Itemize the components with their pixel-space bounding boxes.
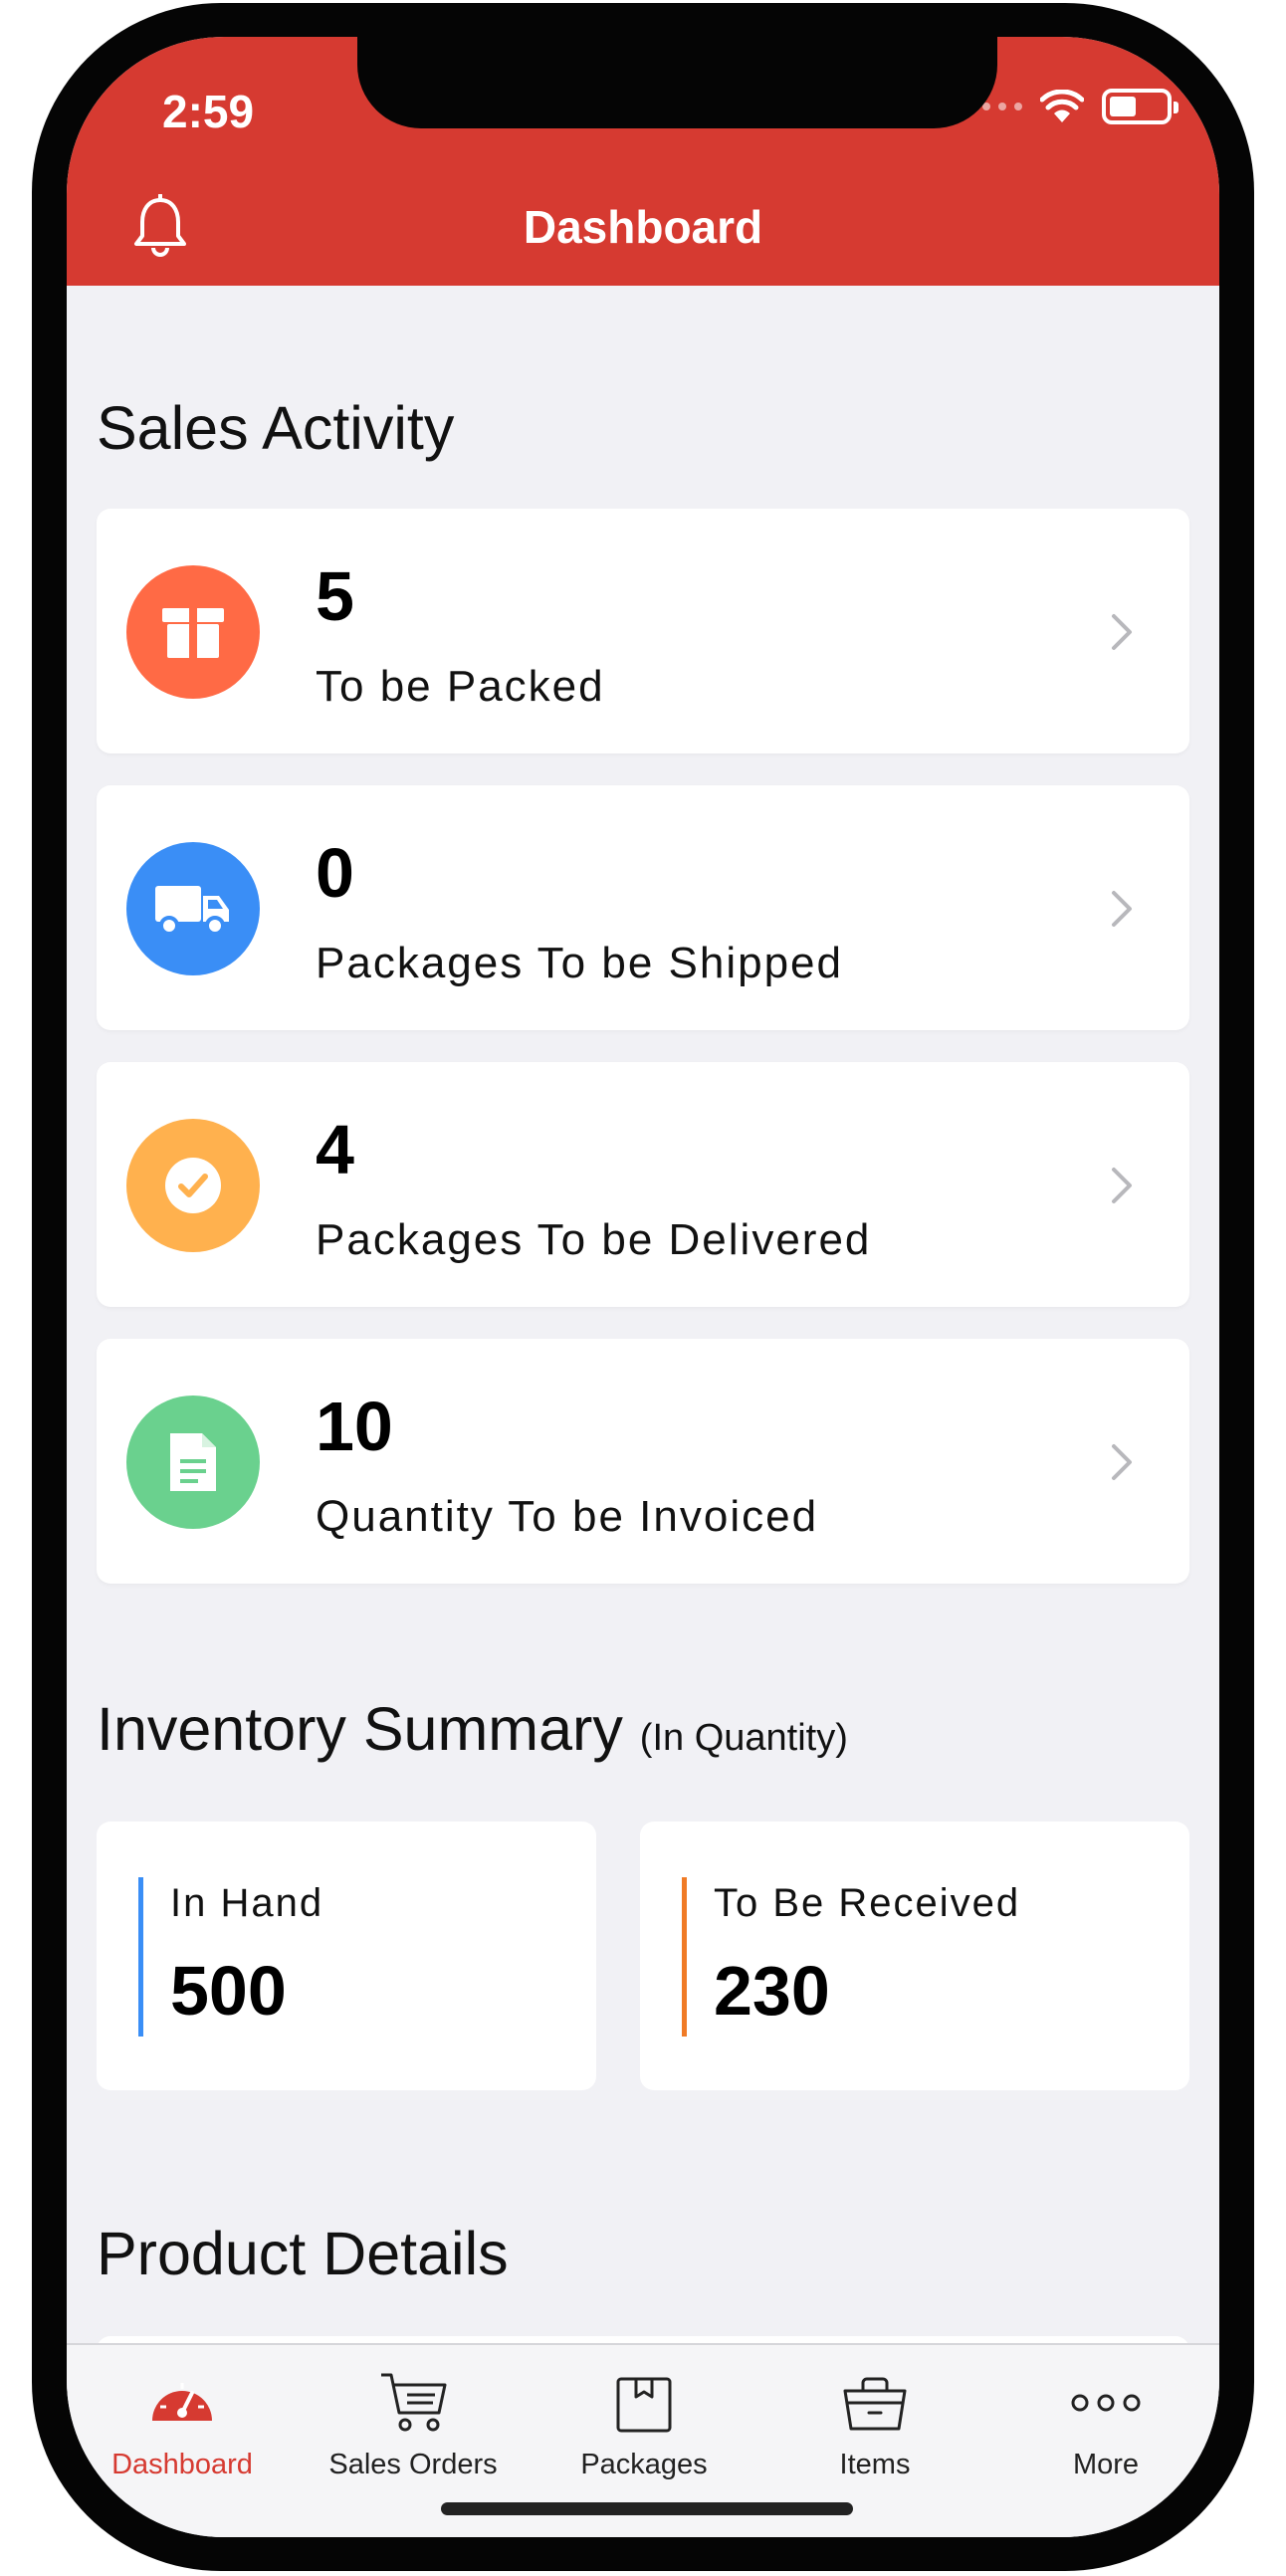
to-be-received-accent-bar — [682, 1877, 687, 2037]
to-be-received-label: To Be Received — [714, 1881, 1021, 1925]
in-hand-accent-bar — [138, 1877, 143, 2037]
to-be-invoiced-count: 10 — [316, 1388, 393, 1465]
tab-packages[interactable]: Packages — [529, 2345, 759, 2494]
tab-dashboard[interactable]: Dashboard — [67, 2345, 298, 2494]
sales-card-to-be-shipped[interactable]: 0 Packages To be Shipped — [97, 785, 1189, 1030]
sales-card-to-be-packed[interactable]: 5 To be Packed — [97, 509, 1189, 753]
invoice-document-icon — [126, 1395, 260, 1529]
chevron-right-icon — [1112, 614, 1132, 650]
chevron-right-icon — [1112, 891, 1132, 927]
basket-icon — [843, 2377, 907, 2431]
home-indicator[interactable] — [441, 2502, 853, 2515]
check-badge-icon — [126, 1119, 260, 1252]
tab-label: Packages — [580, 2449, 708, 2480]
chevron-right-icon — [1112, 1444, 1132, 1480]
sales-card-to-be-invoiced[interactable]: 10 Quantity To be Invoiced — [97, 1339, 1189, 1584]
tab-label: Dashboard — [111, 2449, 253, 2480]
tab-label: Items — [839, 2449, 911, 2480]
device-frame: 2:59 Dashboard Sales Activity 5 To be Pa… — [32, 3, 1254, 2571]
in-hand-label: In Hand — [170, 1881, 324, 1925]
sales-activity-title: Sales Activity — [97, 394, 455, 462]
tab-sales-orders[interactable]: Sales Orders — [298, 2345, 529, 2494]
product-details-card[interactable] — [97, 2336, 1189, 2343]
in-hand-value: 500 — [170, 1952, 287, 2030]
status-icons — [966, 89, 1179, 124]
to-be-shipped-count: 0 — [316, 834, 354, 912]
app-screen: 2:59 Dashboard Sales Activity 5 To be Pa… — [67, 37, 1219, 2537]
tab-label: More — [1072, 2449, 1140, 2480]
package-icon — [126, 565, 260, 699]
inventory-summary-title: Inventory Summary (In Quantity) — [97, 1694, 848, 1764]
to-be-packed-label: To be Packed — [316, 662, 605, 711]
status-time: 2:59 — [162, 86, 255, 137]
to-be-invoiced-label: Quantity To be Invoiced — [316, 1492, 819, 1541]
chevron-right-icon — [1112, 1168, 1132, 1203]
battery-icon — [1102, 89, 1179, 124]
to-be-shipped-label: Packages To be Shipped — [316, 939, 843, 987]
truck-icon — [126, 842, 260, 975]
tab-label: Sales Orders — [328, 2449, 498, 2480]
dashboard-content[interactable]: Sales Activity 5 To be Packed 0 Packages… — [67, 286, 1219, 2343]
to-be-delivered-label: Packages To be Delivered — [316, 1215, 872, 1264]
wifi-icon — [1040, 90, 1084, 122]
to-be-delivered-count: 4 — [316, 1111, 354, 1188]
more-dots-icon — [1071, 2394, 1141, 2412]
sales-card-to-be-delivered[interactable]: 4 Packages To be Delivered — [97, 1062, 1189, 1307]
inventory-summary-subtitle: (In Quantity) — [639, 1717, 848, 1759]
speedometer-icon — [152, 2383, 212, 2421]
package-box-icon — [616, 2377, 672, 2433]
product-details-title: Product Details — [97, 2220, 509, 2287]
to-be-packed-count: 5 — [316, 557, 354, 635]
device-notch — [357, 37, 997, 128]
inventory-summary-heading: Inventory Summary — [97, 1695, 623, 1763]
tab-more[interactable]: More — [990, 2345, 1219, 2494]
page-title: Dashboard — [523, 201, 763, 253]
to-be-received-card[interactable]: To Be Received 230 — [640, 1822, 1189, 2090]
to-be-received-value: 230 — [714, 1952, 830, 2030]
in-hand-card[interactable]: In Hand 500 — [97, 1822, 596, 2090]
tab-items[interactable]: Items — [759, 2345, 990, 2494]
cart-icon — [381, 2373, 447, 2432]
